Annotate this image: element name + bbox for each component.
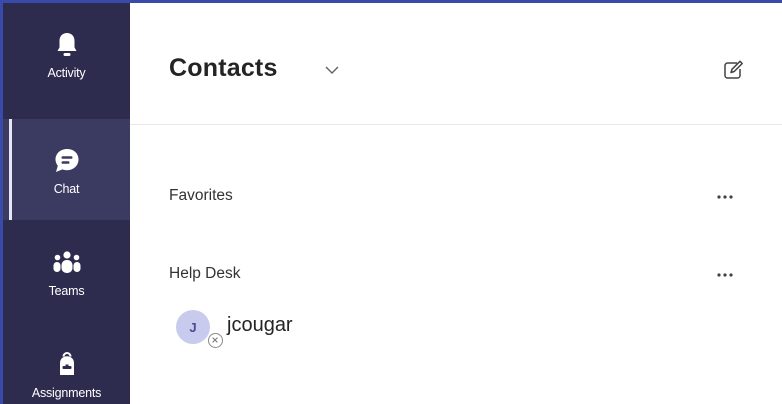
more-options-icon[interactable] xyxy=(710,183,740,203)
offline-icon xyxy=(208,333,223,348)
bell-icon xyxy=(50,28,84,62)
rail-label-activity: Activity xyxy=(47,65,86,80)
rail-item-assignments[interactable]: Assignments xyxy=(3,323,130,404)
group-help-desk[interactable]: Help Desk xyxy=(130,259,782,289)
rail-item-activity[interactable]: Activity xyxy=(3,3,130,104)
backpack-icon xyxy=(50,348,84,382)
chevron-down-icon[interactable] xyxy=(323,63,341,77)
rail-item-chat[interactable]: Chat xyxy=(3,119,130,220)
contact-item-jcougar[interactable]: J jcougar xyxy=(130,299,782,353)
group-label: Help Desk xyxy=(169,265,241,282)
contacts-pane: Contacts Favorites Help Desk J jcougar xyxy=(130,3,782,404)
more-options-icon[interactable] xyxy=(710,261,740,281)
rail-label-chat: Chat xyxy=(53,181,80,196)
chat-icon xyxy=(50,144,84,178)
rail-item-teams[interactable]: Teams xyxy=(3,221,130,322)
app-rail: Activity Chat Teams Assignments xyxy=(3,3,130,404)
rail-label-assignments: Assignments xyxy=(31,385,102,400)
contact-name: jcougar xyxy=(227,314,293,336)
pane-header: Contacts xyxy=(130,3,782,125)
page-title[interactable]: Contacts xyxy=(169,54,278,83)
group-favorites[interactable]: Favorites xyxy=(130,181,782,211)
group-label: Favorites xyxy=(169,187,233,204)
new-chat-icon[interactable] xyxy=(721,58,745,82)
teams-icon xyxy=(50,246,84,280)
avatar: J xyxy=(176,310,210,344)
rail-label-teams: Teams xyxy=(48,283,85,298)
